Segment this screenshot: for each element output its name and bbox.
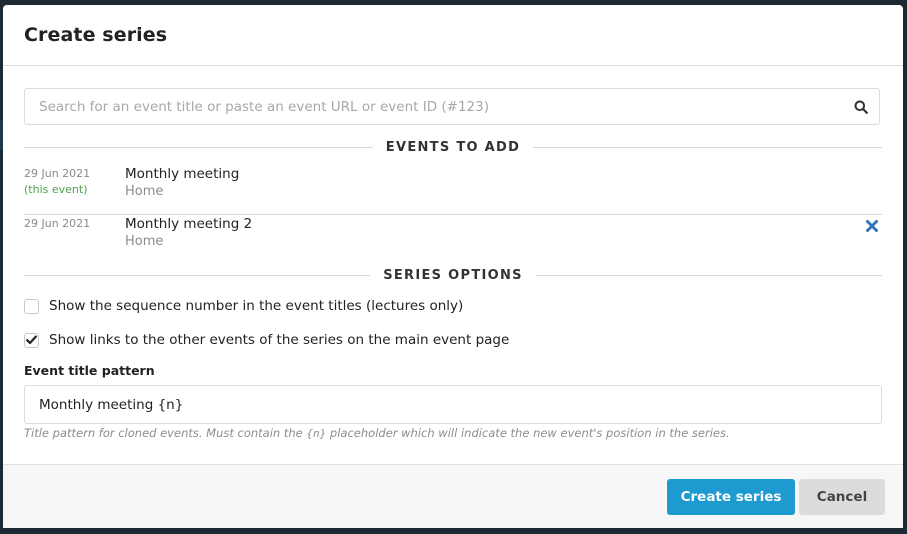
- event-title: Monthly meeting: [125, 166, 240, 182]
- title-pattern-input[interactable]: [24, 385, 882, 424]
- sequence-number-option[interactable]: Show the sequence number in the event ti…: [24, 297, 463, 315]
- event-category: Home: [125, 234, 164, 249]
- series-links-label: Show links to the other events of the se…: [49, 332, 510, 348]
- create-series-dialog: Create series EVENTS TO ADD 29 Jun 2021 …: [3, 5, 903, 528]
- event-date: 29 Jun 2021: [24, 167, 91, 180]
- title-pattern-label: Event title pattern: [24, 363, 155, 378]
- event-list-item: 29 Jun 2021 Monthly meeting 2 Home: [24, 214, 882, 264]
- event-list-item: 29 Jun 2021 (this event) Monthly meeting…: [24, 164, 882, 215]
- dialog-title: Create series: [24, 24, 168, 46]
- sequence-number-label: Show the sequence number in the event ti…: [49, 298, 464, 314]
- events-to-add-heading: EVENTS TO ADD: [385, 139, 521, 155]
- event-category: Home: [125, 184, 164, 199]
- dialog-actions: Create series Cancel: [3, 464, 903, 528]
- checkmark-icon: [26, 335, 37, 345]
- search-icon[interactable]: [843, 89, 879, 124]
- this-event-note: (this event): [24, 183, 88, 196]
- sequence-number-checkbox[interactable]: [24, 298, 39, 314]
- event-search-box: [24, 88, 880, 125]
- series-links-checkbox[interactable]: [24, 332, 39, 348]
- remove-icon[interactable]: [865, 218, 879, 232]
- events-to-add-divider: EVENTS TO ADD: [24, 137, 882, 157]
- event-search-input[interactable]: [25, 88, 843, 125]
- series-options-heading: SERIES OPTIONS: [383, 267, 523, 283]
- create-series-button[interactable]: Create series: [667, 479, 795, 515]
- event-title: Monthly meeting 2: [125, 216, 253, 232]
- dialog-header: Create series: [3, 5, 903, 66]
- series-links-option[interactable]: Show links to the other events of the se…: [24, 331, 509, 349]
- event-date: 29 Jun 2021: [24, 217, 91, 230]
- series-options-divider: SERIES OPTIONS: [24, 265, 882, 285]
- cancel-button[interactable]: Cancel: [799, 479, 885, 515]
